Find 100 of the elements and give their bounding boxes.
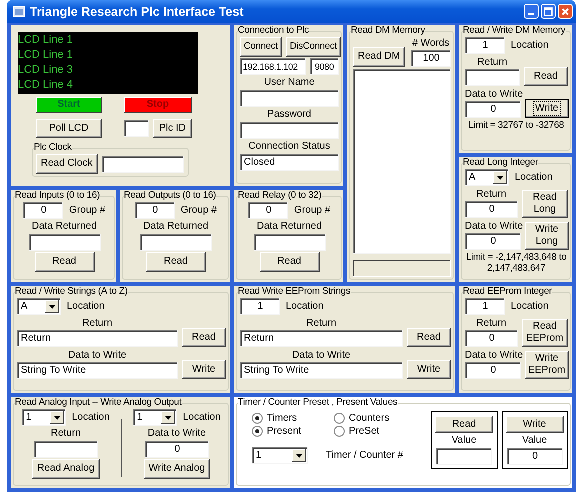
location-dropdown[interactable]: A (465, 169, 509, 186)
location-field[interactable]: 1 (240, 298, 280, 315)
write-button[interactable]: Write (407, 360, 451, 379)
return-field[interactable]: Return (17, 330, 178, 347)
group-title: Read Outputs (0 to 16) (124, 190, 216, 202)
data-returned-label: Data Returned (256, 220, 322, 233)
limit-text: Limit = 32767 to -32768 (468, 120, 566, 131)
location-label: Location (515, 171, 553, 184)
read-button[interactable]: Read (260, 252, 320, 272)
return-field[interactable]: 0 (465, 330, 518, 347)
data-to-write-field[interactable]: String To Write (240, 362, 403, 379)
read-button[interactable]: Read (146, 252, 206, 272)
password-label: Password (266, 108, 312, 121)
data-to-write-field[interactable]: 0 (465, 101, 521, 118)
radio-option[interactable]: Counters (334, 413, 424, 424)
read-button[interactable]: Read (435, 416, 494, 433)
write-button[interactable]: Write EEProm (525, 351, 569, 379)
write-button[interactable]: Write (182, 360, 226, 379)
group-field[interactable]: 0 (23, 202, 64, 219)
minimize-button[interactable] (524, 4, 539, 19)
disconnect-button[interactable]: DisConnect (286, 37, 342, 57)
group-label: Group # (180, 204, 218, 217)
maximize-button[interactable] (541, 4, 556, 19)
group-title: Read / Write DM Memory (463, 25, 566, 37)
read-button[interactable]: Read EEProm (522, 319, 568, 347)
close-button[interactable] (558, 4, 573, 19)
limit-text: Limit = -2,147,483,648 to 2,147,483,647 (465, 252, 568, 274)
return-label: Return (81, 317, 114, 330)
data-to-write-label: Data to Write (67, 349, 128, 362)
dm-list-box[interactable] (353, 69, 451, 254)
data-returned-field[interactable] (28, 234, 100, 251)
group-title: Read Inputs (0 to 16) (15, 190, 100, 202)
port-field[interactable]: 9080 (310, 58, 339, 75)
ip-address-field[interactable]: 192.168.1.102 (240, 58, 306, 75)
read-button[interactable]: Read (524, 67, 568, 86)
write-button[interactable]: Write (506, 416, 564, 433)
return-field[interactable] (34, 441, 98, 458)
data-to-write-label: Data to Write (291, 349, 352, 362)
return-field[interactable] (465, 69, 520, 86)
value-label: Value (452, 434, 477, 447)
words-label: # Words (411, 37, 451, 50)
data-to-write-label: Data to Write (465, 349, 521, 362)
radio-option[interactable]: Present (252, 426, 334, 437)
read-clock-button[interactable]: Read Clock (36, 154, 98, 174)
location-label: Location (67, 300, 105, 313)
connect-button[interactable]: Connect (240, 37, 282, 57)
clock-field[interactable] (102, 156, 184, 172)
plc-id-field[interactable] (124, 120, 150, 137)
lcd-line: LCD Line 4 (18, 78, 74, 93)
write-analog-button[interactable]: Write Analog (144, 459, 210, 479)
write-button[interactable]: Write (525, 99, 569, 118)
location-dropdown[interactable]: 1 (133, 409, 178, 426)
read-button[interactable]: Read (407, 328, 451, 347)
data-to-write-field[interactable]: 0 (465, 233, 521, 250)
password-field[interactable] (240, 122, 339, 139)
location-label: Location (511, 300, 549, 313)
return-label: Return (475, 188, 508, 201)
timer-counter-number-label: Timer / Counter # (326, 449, 404, 462)
app-icon (13, 6, 25, 17)
group-field[interactable]: 0 (134, 202, 175, 219)
read-button[interactable]: Read Long (522, 190, 568, 218)
minimize-icon (528, 13, 534, 15)
location-field[interactable]: 1 (465, 298, 505, 315)
group-title: Read / Write Strings (A to Z) (15, 286, 128, 298)
connection-status-label: Connection Status (248, 140, 332, 153)
location-dropdown[interactable]: 1 (252, 447, 308, 464)
maximize-icon (542, 5, 555, 18)
value-field[interactable]: 0 (506, 448, 563, 465)
data-to-write-field[interactable]: 0 (465, 362, 521, 379)
user-name-field[interactable] (240, 90, 339, 107)
return-field[interactable]: 0 (465, 201, 518, 218)
return-field[interactable]: Return (240, 330, 403, 347)
data-to-write-label: Data to Write (148, 427, 206, 440)
poll-lcd-button[interactable]: Poll LCD (36, 119, 102, 138)
words-field[interactable]: 100 (411, 50, 451, 67)
data-to-write-field[interactable]: String To Write (17, 362, 178, 379)
location-dropdown[interactable]: 1 (22, 409, 66, 426)
write-button[interactable]: Write Long (525, 222, 569, 250)
read-button[interactable]: Read (34, 252, 94, 272)
data-returned-field[interactable] (140, 234, 212, 251)
value-field[interactable] (436, 448, 492, 465)
return-label: Return (50, 427, 81, 440)
lcd-line: LCD Line 1 (18, 33, 74, 48)
return-label: Return (305, 317, 338, 330)
group-title: Read Long Integer (463, 157, 538, 169)
data-returned-field[interactable] (254, 234, 326, 251)
group-title: Read DM Memory (351, 25, 426, 37)
group-field[interactable]: 0 (248, 202, 288, 219)
location-dropdown[interactable]: A (17, 298, 61, 315)
read-dm-button[interactable]: Read DM (353, 47, 406, 67)
read-analog-button[interactable]: Read Analog (32, 459, 100, 479)
data-to-write-field[interactable]: 0 (145, 441, 209, 458)
plc-id-button[interactable]: Plc ID (153, 119, 192, 138)
location-field[interactable]: 1 (465, 37, 505, 54)
data-returned-label: Data Returned (143, 220, 209, 233)
radio-option[interactable]: PreSet (334, 426, 424, 437)
window-title: Triangle Research Plc Interface Test (30, 4, 244, 18)
connection-status-field[interactable]: Closed (240, 154, 339, 171)
radio-option[interactable]: Timers (252, 413, 334, 424)
read-button[interactable]: Read (182, 328, 226, 347)
